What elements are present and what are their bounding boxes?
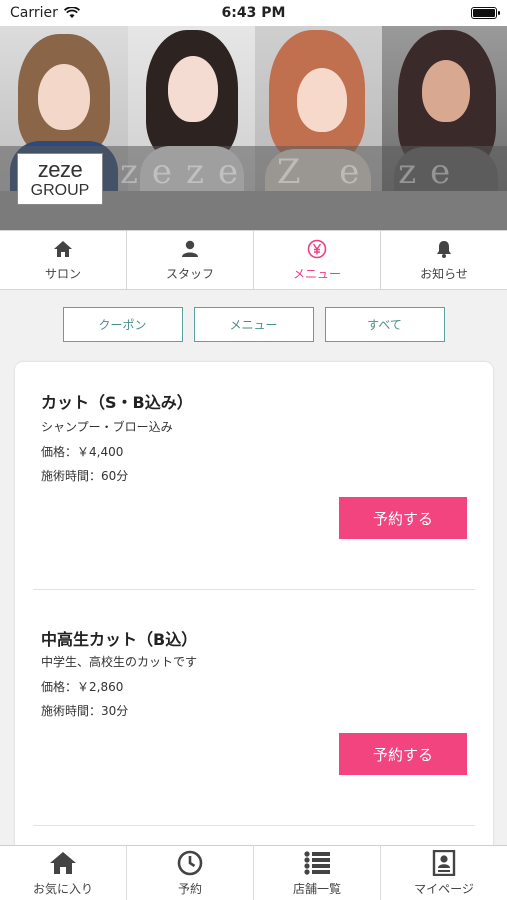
bell-icon — [437, 240, 451, 258]
bottom-tab-store-list-label: 店舗一覧 — [292, 881, 341, 896]
reserve-button[interactable]: 予約する — [339, 733, 467, 775]
profile-card-icon — [432, 849, 456, 876]
menu-list-card: カット（S・B込み） シャンプー・ブロー込み 価格：￥4,400 施術時間：60… — [15, 362, 493, 862]
salon-banner: zeze Z e ze zeze GROUP — [0, 26, 507, 230]
filter-menu-button[interactable]: メニュー — [193, 307, 314, 342]
menu-item-description: シャンプー・ブロー込み — [41, 420, 173, 434]
menu-item-name: カット（S・B込み） — [41, 393, 193, 412]
filter-coupon-button[interactable]: クーポン — [62, 307, 183, 342]
menu-item-duration: 施術時間：30分 — [41, 704, 129, 718]
reserve-button[interactable]: 予約する — [339, 497, 467, 539]
bottom-tab-reservation-label: 予約 — [177, 881, 202, 896]
tab-news-label: お知らせ — [420, 266, 468, 281]
tab-salon-label: サロン — [44, 266, 81, 281]
zeze-group-logo: zeze GROUP — [17, 153, 103, 205]
battery-icon — [471, 7, 500, 19]
bottom-tab-bar: お気に入り 予約 店舗一覧 マイページ — [0, 845, 507, 900]
menu-item-price: 価格：￥4,400 — [41, 445, 124, 459]
menu-item-divider — [33, 825, 475, 826]
tab-staff-label: スタッフ — [165, 266, 214, 281]
yen-icon — [307, 239, 327, 258]
wifi-icon — [63, 7, 80, 18]
carrier-label: Carrier — [10, 5, 58, 21]
status-bar: Carrier 6:43 PM — [0, 0, 507, 26]
tab-news[interactable]: お知らせ — [381, 231, 507, 289]
menu-item-duration: 施術時間：60分 — [41, 469, 129, 483]
bottom-tab-mypage[interactable]: マイページ — [381, 846, 507, 900]
bottom-tab-mypage-label: マイページ — [414, 881, 474, 896]
home-icon — [50, 851, 76, 874]
tab-staff[interactable]: スタッフ — [127, 231, 254, 289]
bottom-tab-favorites-label: お気に入り — [32, 881, 93, 896]
menu-item-cut: カット（S・B込み） シャンプー・ブロー込み 価格：￥4,400 施術時間：60… — [15, 362, 493, 590]
menu-item-description: 中学生、高校生のカットです — [41, 655, 198, 669]
menu-item-student-cut: 中高生カット（B込） 中学生、高校生のカットです 価格：￥2,860 施術時間：… — [15, 590, 493, 826]
home-icon — [54, 240, 72, 257]
tab-salon[interactable]: サロン — [0, 231, 127, 289]
banner-watermark: zeze Z e ze — [120, 152, 465, 192]
top-tab-bar: サロン スタッフ メニュー お知らせ — [0, 230, 507, 290]
filter-all-button[interactable]: すべて — [324, 307, 445, 342]
person-icon — [182, 240, 198, 257]
filter-button-group: クーポン メニュー すべて — [0, 307, 507, 342]
tab-menu-label: メニュー — [292, 266, 341, 281]
logo-text-group: GROUP — [30, 182, 90, 199]
logo-text-zeze: zeze — [37, 157, 83, 182]
carrier-group: Carrier — [10, 5, 80, 21]
menu-item-name: 中高生カット（B込） — [41, 630, 198, 649]
bottom-tab-favorites[interactable]: お気に入り — [0, 846, 127, 900]
tab-menu[interactable]: メニュー — [254, 231, 381, 289]
bottom-tab-reservation[interactable]: 予約 — [127, 846, 254, 900]
bottom-tab-store-list[interactable]: 店舗一覧 — [254, 846, 381, 900]
clock-icon — [177, 850, 203, 875]
list-icon — [304, 850, 330, 875]
menu-item-price: 価格：￥2,860 — [41, 680, 124, 694]
